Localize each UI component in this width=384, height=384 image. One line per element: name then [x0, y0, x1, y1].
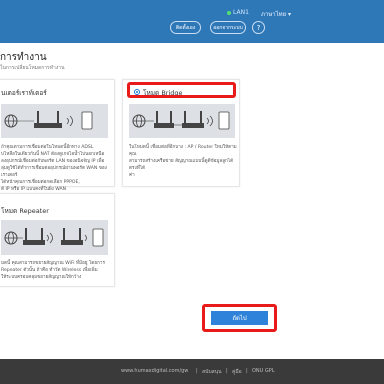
wan-status-label: LAN1: [233, 9, 249, 16]
bridge-illustration: [129, 104, 235, 138]
repeater-mode-card[interactable]: โหมด Repeater มดนี้ คุณสามารถขยายสัญญาณ …: [0, 193, 115, 287]
router-desc-line: ได้หน้าคุณการเชื่อมต่อกดเลือก PPPOE,: [1, 180, 80, 185]
logout-button[interactable]: ออกจากระบบ: [210, 21, 246, 34]
router-desc-line: ลุ่มดูใช้ได้ทำการเชื่อมต่ออุปกรณ์ผ่านพอร…: [1, 166, 107, 178]
repeater-desc-line: Repeater ตัวนั้น ถ้าคือ ทำวัด Wireless เ…: [1, 268, 98, 273]
manual-setup-button[interactable]: ติดตั้งเอง: [170, 21, 201, 34]
bridge-highlight-box: [127, 82, 236, 98]
footer-gpl-link[interactable]: ONU GPL: [252, 368, 275, 374]
top-header-bar: LAN1 ภาษาไทย ▾ ติดตั้งเอง ออกจากระบบ ?: [0, 0, 384, 43]
next-button[interactable]: ถัดไป: [211, 311, 268, 325]
router-mode-description: ถ้าคุณตามการเชื่อมต่อในโหมดนี้อีกทาง ADS…: [1, 144, 111, 193]
repeater-illustration: [1, 220, 108, 255]
wan-status: LAN1: [227, 9, 249, 16]
footer-manual-link[interactable]: คู่มือ: [232, 368, 242, 376]
repeater-mode-title: โหมด Repeater: [1, 207, 49, 215]
page-title: การทำงาน: [0, 52, 47, 63]
repeater-desc-line: ให้ระบบครอบคลุมขยายสัญญาณให้กว้าง: [1, 275, 82, 280]
router-mode-title: นเตอร์เราท์เตอร์: [1, 89, 47, 97]
footer: www.humaxdigital.com/gw | สนับสนุน | คู่…: [0, 359, 384, 384]
router-illustration: [1, 104, 108, 138]
footer-divider: |: [226, 368, 228, 374]
footer-site-link[interactable]: www.humaxdigital.com/gw: [121, 368, 188, 374]
repeater-mode-description: มดนี้ คุณสามารถขยายสัญญาณ WiFi ที่มีอยู่…: [1, 260, 111, 281]
page-subtitle: ในการเปลี่ยนโหมดการทำงาน: [0, 65, 65, 71]
footer-support-link[interactable]: สนับสนุน: [202, 368, 222, 376]
bridge-desc-line: สามารถสร้างเครือข่าย สัญญาณแบบนี้ดูดีข้อ…: [129, 159, 234, 171]
bridge-mode-description: ในโหมดนี้ เชื่อมต่อที่อีกบาง : AP / Rout…: [129, 144, 237, 179]
bridge-desc-line: ค่า: [129, 173, 135, 178]
help-button[interactable]: ?: [252, 21, 265, 34]
repeater-desc-line: มดนี้ คุณสามารถขยายสัญญาณ WiFi ที่มีอยู่…: [1, 261, 105, 266]
router-desc-line: ต์ IP หรือ IP แบบคงที่ในฝั่ง WAN: [1, 187, 67, 192]
router-desc-line: ถ้าคุณตามการเชื่อมต่อในโหมดนี้อีกทาง ADS…: [1, 145, 94, 150]
wan-status-dot-icon: [227, 10, 231, 15]
bridge-desc-line: ในโหมดนี้ เชื่อมต่อที่อีกบาง : AP / Rout…: [129, 145, 237, 157]
router-mode-card[interactable]: นเตอร์เราท์เตอร์ ถ้าคุณตามการเชื่อมต่อใน…: [0, 79, 115, 192]
language-select[interactable]: ภาษาไทย ▾: [261, 9, 291, 19]
router-desc-line: บไหลือในเดียวกันนี้ NAT ต้องดูเกจไอน้ำไป…: [1, 152, 105, 157]
footer-divider: |: [196, 368, 198, 374]
router-desc-line: ลงอุปกรณ์เชื่อมต่อกับพอร์ต LAN ของอนิจจั…: [1, 159, 105, 164]
footer-divider: |: [246, 368, 248, 374]
